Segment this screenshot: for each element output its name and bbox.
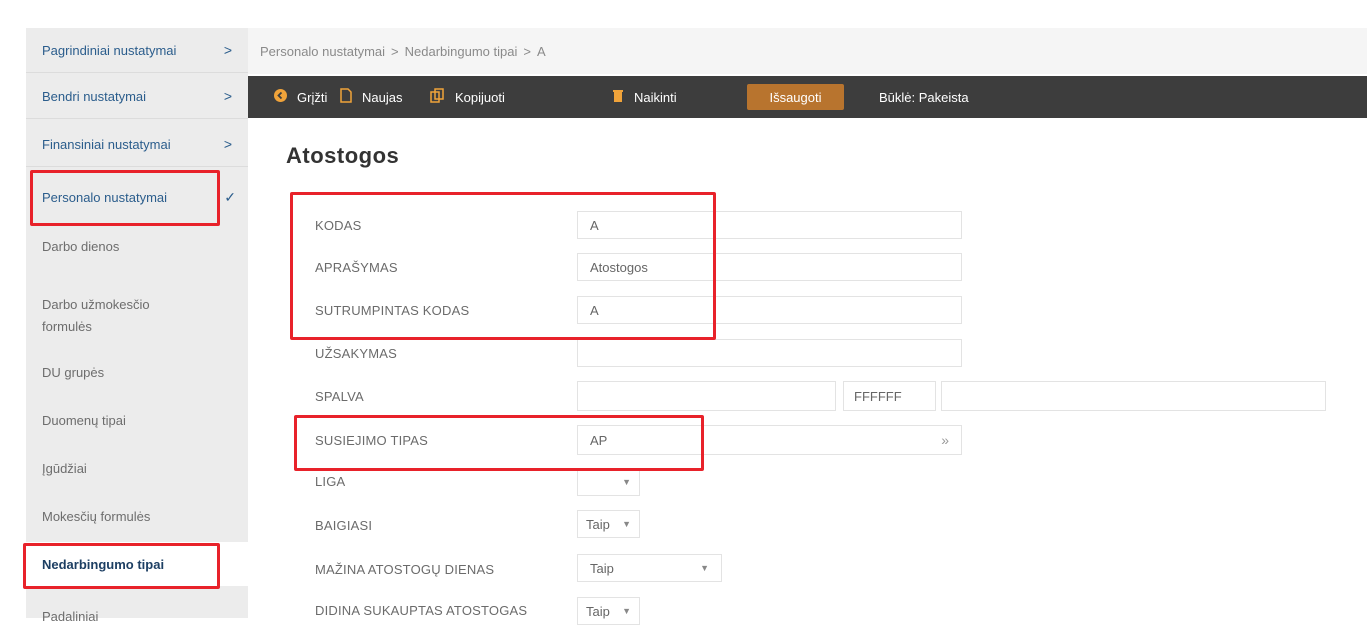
- sidebar-item-label: Mokesčių formulės: [42, 508, 151, 524]
- new-label: Naujas: [362, 89, 403, 105]
- sidebar-item-label: Duomenų tipai: [42, 412, 126, 428]
- spalva-hex-input[interactable]: FFFFFF: [843, 381, 936, 411]
- spalva-label: SPALVA: [315, 389, 364, 404]
- sidebar-item-label: Įgūdžiai: [42, 460, 87, 476]
- breadcrumb-item[interactable]: Personalo nustatymai: [260, 44, 385, 59]
- back-button[interactable]: Grįžti: [274, 76, 327, 118]
- sidebar-item-finansiniai[interactable]: Finansiniai nustatymai >: [26, 124, 248, 164]
- highlight-box: [294, 415, 704, 471]
- baigiasi-value: Taip: [586, 516, 610, 532]
- check-icon: ✓: [224, 188, 236, 205]
- chevron-right-icon: >: [223, 136, 232, 152]
- save-button[interactable]: Išsaugoti: [747, 84, 844, 110]
- sidebar-item-igudziai[interactable]: Įgūdžiai: [26, 446, 248, 490]
- color-preview[interactable]: [941, 381, 1326, 411]
- lookup-double-arrow-icon[interactable]: »: [941, 432, 949, 448]
- liga-select[interactable]: ▼: [577, 468, 640, 496]
- mazina-value: Taip: [590, 560, 614, 576]
- status-text: Būklė: Pakeista: [879, 89, 969, 105]
- sidebar-item-mokesciu-formules[interactable]: Mokesčių formulės: [26, 494, 248, 538]
- sidebar-item-label: Padaliniai: [42, 608, 99, 624]
- sidebar-item-du-grupes[interactable]: DU grupės: [26, 350, 248, 394]
- breadcrumb-item[interactable]: Nedarbingumo tipai: [405, 44, 518, 59]
- chevron-down-icon: ▼: [700, 563, 709, 573]
- uzsakymas-input[interactable]: [577, 339, 962, 367]
- highlight-box: [23, 543, 220, 589]
- baigiasi-label: BAIGIASI: [315, 518, 373, 533]
- highlight-box: [290, 192, 716, 340]
- sidebar-item-label: Darbo dienos: [42, 238, 120, 254]
- sidebar-item-padaliniai[interactable]: Padaliniai: [26, 594, 248, 638]
- copy-label: Kopijuoti: [455, 89, 505, 105]
- didina-label: DIDINA SUKAUPTAS ATOSTOGAS: [315, 603, 528, 618]
- sidebar-item-label: Darbo užmokesčio formulės: [42, 297, 150, 334]
- breadcrumb-separator: >: [523, 43, 531, 59]
- didina-value: Taip: [586, 603, 610, 619]
- sidebar: Pagrindiniai nustatymai > Bendri nustaty…: [26, 28, 248, 624]
- sidebar-item-bendri[interactable]: Bendri nustatymai >: [26, 76, 248, 116]
- back-icon: [274, 89, 287, 105]
- highlight-box: [30, 170, 220, 226]
- didina-select[interactable]: Taip ▼: [577, 597, 640, 625]
- toolbar: Grįžti Naujas Kopijuoti Naikinti Išsaugo…: [248, 76, 1367, 118]
- sidebar-item-label: Bendri nustatymai: [42, 88, 147, 104]
- chevron-down-icon: ▼: [622, 477, 631, 487]
- chevron-right-icon: >: [223, 88, 232, 104]
- breadcrumb: Personalo nustatymai > Nedarbingumo tipa…: [248, 28, 1367, 74]
- uzsakymas-label: UŽSAKYMAS: [315, 346, 397, 361]
- copy-button[interactable]: Kopijuoti: [430, 76, 505, 118]
- page-title: Atostogos: [286, 143, 400, 168]
- delete-label: Naikinti: [634, 89, 677, 105]
- sidebar-item-label: DU grupės: [42, 364, 105, 380]
- back-label: Grįžti: [297, 89, 328, 105]
- chevron-down-icon: ▼: [622, 519, 631, 529]
- copy-icon: [430, 88, 445, 106]
- trash-icon: [612, 89, 624, 106]
- sidebar-item-pagrindiniai[interactable]: Pagrindiniai nustatymai >: [26, 28, 248, 72]
- sidebar-item-label: Finansiniai nustatymai: [42, 136, 171, 152]
- sidebar-item-darbo-dienos[interactable]: Darbo dienos: [26, 224, 248, 268]
- mazina-select[interactable]: Taip ▼: [577, 554, 722, 582]
- sidebar-item-duomenu-tipai[interactable]: Duomenų tipai: [26, 398, 248, 442]
- chevron-right-icon: >: [223, 42, 232, 58]
- delete-button[interactable]: Naikinti: [612, 76, 677, 118]
- liga-label: LIGA: [315, 474, 346, 489]
- mazina-label: MAŽINA ATOSTOGŲ DIENAS: [315, 562, 495, 577]
- new-document-icon: [340, 88, 352, 106]
- spalva-input[interactable]: [577, 381, 836, 411]
- sidebar-item-du-formules[interactable]: Darbo užmokesčio formulės: [26, 290, 248, 342]
- baigiasi-select[interactable]: Taip ▼: [577, 510, 640, 538]
- breadcrumb-item: A: [536, 43, 546, 59]
- new-button[interactable]: Naujas: [340, 76, 402, 118]
- sidebar-item-label: Pagrindiniai nustatymai: [42, 42, 177, 58]
- breadcrumb-separator: >: [391, 43, 399, 59]
